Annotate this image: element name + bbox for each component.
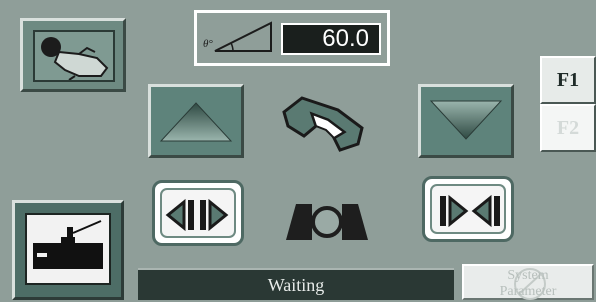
open-jaw-icon	[165, 198, 229, 232]
close-jaw-face	[430, 184, 506, 234]
angle-icon	[214, 21, 272, 52]
angle-label: θ°	[203, 38, 213, 50]
down-arrow-icon	[429, 100, 503, 140]
close-jaw-icon	[440, 194, 500, 228]
open-jaw-button[interactable]	[152, 180, 244, 246]
clamp-icon	[286, 204, 368, 240]
gripper-hand-icon	[282, 96, 364, 152]
system-parameter-line1: System	[507, 268, 549, 283]
touch-mode-button[interactable]	[20, 18, 126, 92]
welding-mode-button[interactable]	[12, 200, 124, 300]
angle-display: θ° 60.0	[194, 10, 390, 66]
close-jaw-button[interactable]	[422, 176, 514, 242]
touch-button-face	[33, 30, 115, 82]
welding-screen	[25, 213, 111, 285]
move-down-button[interactable]	[418, 84, 514, 158]
up-arrow-icon	[159, 102, 233, 142]
welding-torch-icon	[33, 220, 103, 269]
system-parameter-line2: Parameter	[499, 284, 557, 299]
hand-touch-icon	[41, 37, 109, 81]
hmi-panel: θ° 60.0 F1 F2 Waiting System Parameter	[0, 0, 596, 300]
open-jaw-face	[160, 188, 236, 238]
system-parameter-button[interactable]: System Parameter	[462, 264, 594, 300]
move-up-button[interactable]	[148, 84, 244, 158]
f1-key[interactable]: F1	[540, 56, 596, 104]
f2-key[interactable]: F2	[540, 104, 596, 152]
angle-value-field[interactable]: 60.0	[281, 23, 381, 55]
status-bar: Waiting	[138, 268, 454, 300]
